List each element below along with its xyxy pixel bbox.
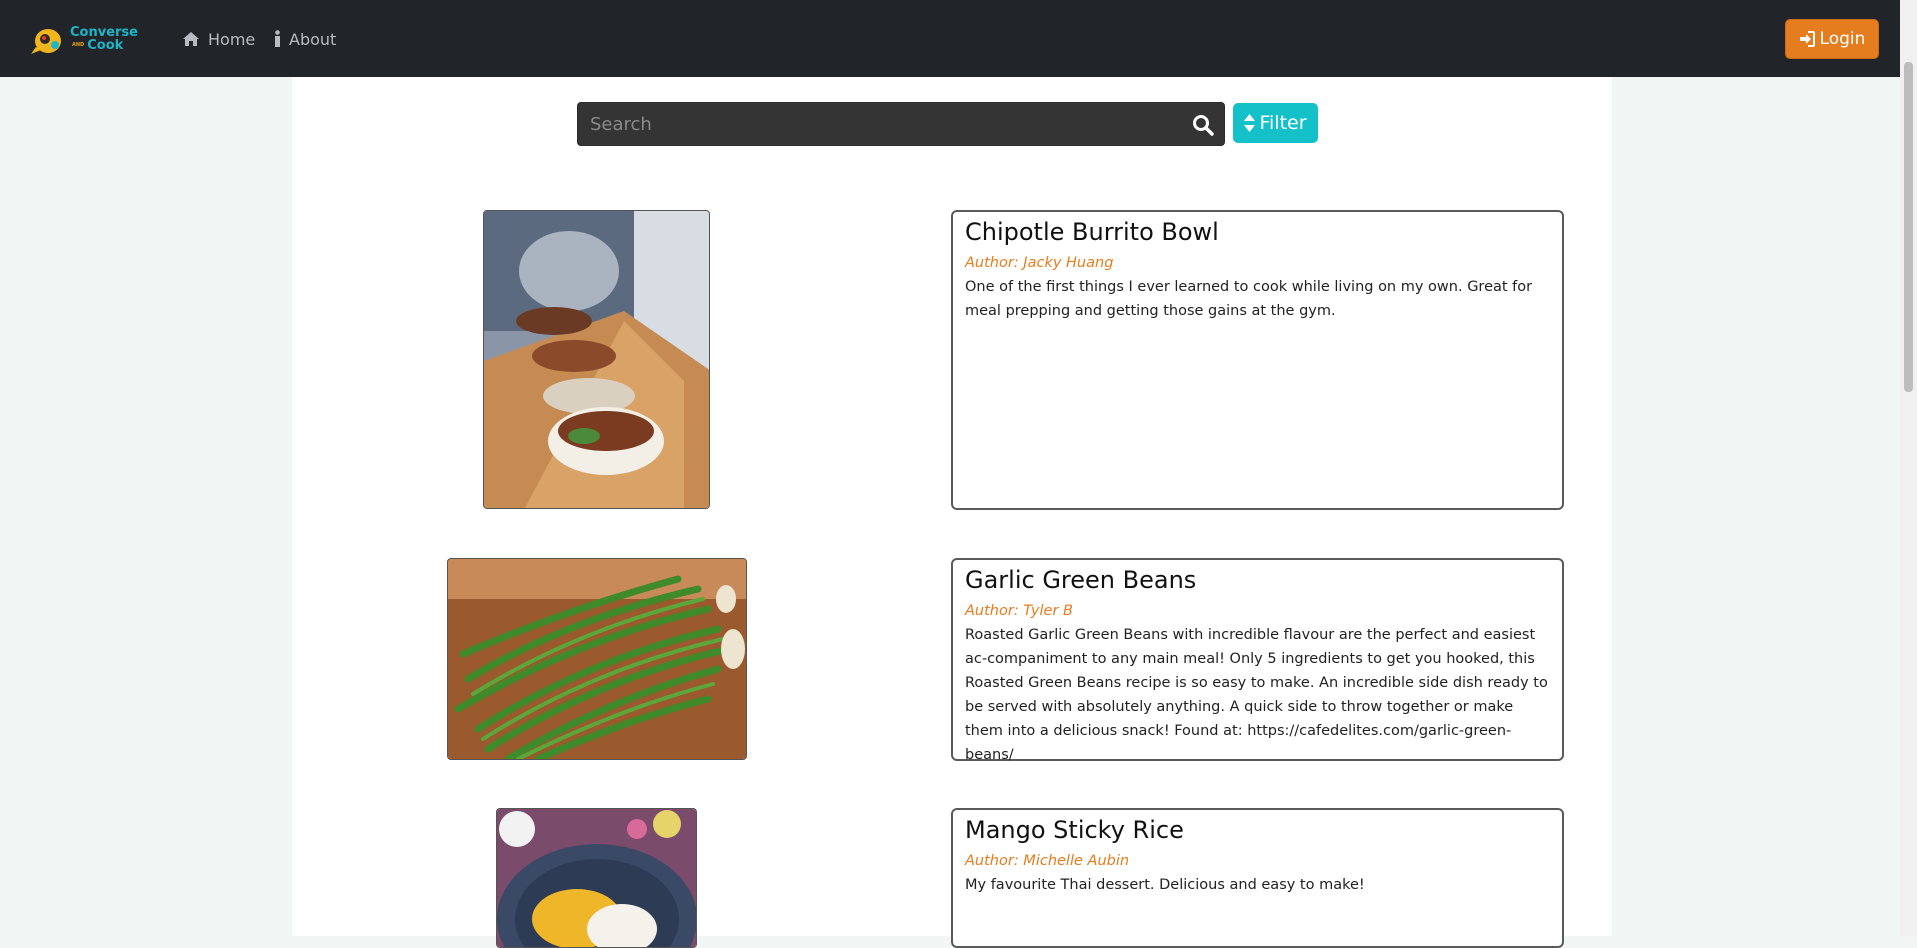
filter-label: Filter bbox=[1259, 112, 1307, 134]
recipe-image-garlic-green-beans[interactable] bbox=[447, 558, 747, 760]
scrollbar-thumb[interactable] bbox=[1904, 62, 1913, 392]
recipe-author: Author: Jacky Huang bbox=[965, 255, 1114, 271]
search-bar bbox=[577, 102, 1225, 146]
recipe-title[interactable]: Chipotle Burrito Bowl bbox=[965, 215, 1550, 249]
login-label: Login bbox=[1819, 29, 1866, 49]
recipe-description: My favourite Thai dessert. Delicious and… bbox=[965, 877, 1365, 893]
filter-button[interactable]: Filter bbox=[1233, 103, 1318, 143]
recipe-description: One of the first things I ever learned t… bbox=[965, 279, 1533, 319]
recipe-card-mango-sticky-rice[interactable]: Mango Sticky Rice Author: Michelle Aubin… bbox=[951, 808, 1564, 948]
recipe-author: Author: Tyler B bbox=[965, 603, 1073, 619]
top-navbar: Converse AND Cook Home About Login bbox=[0, 0, 1917, 77]
recipe-image-chipotle-burrito-bowl[interactable] bbox=[483, 210, 710, 509]
recipe-card-chipotle-burrito-bowl[interactable]: Chipotle Burrito Bowl Author: Jacky Huan… bbox=[951, 210, 1564, 510]
logo-wordmark: Converse AND Cook bbox=[70, 26, 138, 52]
page-scrollbar[interactable] bbox=[1900, 0, 1917, 936]
nav-home-label: Home bbox=[208, 29, 256, 49]
search-input[interactable] bbox=[578, 103, 1178, 145]
recipe-author: Author: Michelle Aubin bbox=[965, 853, 1130, 869]
search-button[interactable] bbox=[1190, 112, 1216, 138]
nav-about-label: About bbox=[289, 29, 337, 49]
recipe-description: Roasted Garlic Green Beans with incredib… bbox=[965, 627, 1548, 763]
sort-icon bbox=[1244, 114, 1256, 132]
logo-word-and: AND bbox=[72, 42, 85, 48]
recipe-title[interactable]: Garlic Green Beans bbox=[965, 563, 1550, 597]
logo-word-cook: Cook bbox=[87, 38, 124, 53]
sign-in-icon bbox=[1799, 31, 1815, 47]
recipe-title[interactable]: Mango Sticky Rice bbox=[965, 813, 1550, 847]
logo-chef-icon bbox=[28, 21, 68, 57]
recipe-image-mango-sticky-rice[interactable] bbox=[496, 808, 697, 948]
home-icon bbox=[182, 31, 200, 47]
nav-home-link[interactable]: Home bbox=[182, 26, 255, 52]
recipe-card-garlic-green-beans[interactable]: Garlic Green Beans Author: Tyler B Roast… bbox=[951, 558, 1564, 763]
brand-logo[interactable]: Converse AND Cook bbox=[28, 20, 138, 58]
search-icon bbox=[1193, 115, 1214, 136]
nav-about-link[interactable]: About bbox=[274, 26, 336, 52]
login-button[interactable]: Login bbox=[1785, 19, 1879, 59]
info-icon bbox=[274, 30, 281, 48]
